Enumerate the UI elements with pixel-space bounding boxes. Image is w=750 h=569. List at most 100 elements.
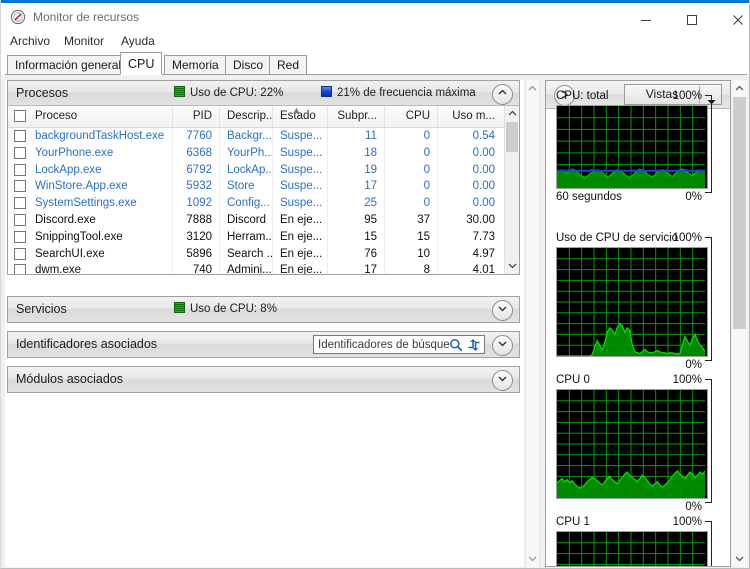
graph-min-label: 0% bbox=[685, 501, 702, 513]
cell-desc: YourPh... bbox=[220, 144, 273, 162]
sort-indicator-icon: ▲ bbox=[292, 106, 301, 115]
table-row[interactable]: dwm.exe 740 Admini... En eje... 17 8 4.01 bbox=[8, 262, 519, 274]
row-checkbox[interactable] bbox=[14, 130, 26, 142]
row-checkbox[interactable] bbox=[14, 264, 26, 274]
resource-monitor-icon bbox=[10, 9, 26, 25]
table-row[interactable]: SystemSettings.exe 1092 Config... Suspe... 2… bbox=[8, 195, 519, 212]
column-header-proceso[interactable]: Proceso bbox=[28, 106, 173, 127]
row-checkbox[interactable] bbox=[14, 180, 26, 193]
cell-name: Discord.exe bbox=[28, 212, 173, 229]
right-pane-scroll-thumb[interactable] bbox=[733, 97, 746, 329]
graph-label: CPU 1 bbox=[556, 516, 590, 528]
left-pane-scroll-up[interactable] bbox=[526, 80, 539, 96]
modulos-expand-button[interactable] bbox=[492, 370, 513, 391]
green-swatch-icon bbox=[174, 302, 185, 313]
menu-ayuda[interactable]: Ayuda bbox=[116, 32, 160, 50]
column-header-descripcion[interactable]: Descrip... bbox=[220, 106, 273, 127]
table-row[interactable]: Discord.exe 7888 Discord En eje... 95 37 30.00 bbox=[8, 212, 519, 229]
select-all-checkbox[interactable] bbox=[14, 110, 26, 122]
identificadores-expand-button[interactable] bbox=[492, 335, 513, 356]
resource-monitor-window: Monitor de recursos Archivo Monitor Ayud… bbox=[0, 0, 750, 569]
cell-name: SystemSettings.exe bbox=[28, 195, 173, 212]
column-header-pid[interactable]: PID bbox=[173, 106, 220, 127]
right-pane-scroll-up[interactable] bbox=[732, 80, 747, 96]
column-header-uso-medio[interactable]: Uso m... bbox=[438, 106, 502, 127]
servicios-cpu-legend-text: Uso de CPU: 8% bbox=[190, 303, 277, 315]
cell-subpr: 76 bbox=[328, 245, 385, 263]
right-pane-scroll-down[interactable] bbox=[732, 551, 747, 567]
cell-desc: Store bbox=[220, 178, 273, 196]
right-pane-scrollbar[interactable] bbox=[732, 80, 747, 567]
row-checkbox[interactable] bbox=[14, 163, 26, 176]
section-identificadores: Identificadores asociados Identificadore… bbox=[7, 331, 520, 358]
right-pane: Vistas CPU: total 100% 0% 60 segundos Uso de… bbox=[545, 80, 731, 567]
cell-name: LockApp.exe bbox=[28, 161, 173, 179]
graph-plot-area bbox=[556, 247, 708, 357]
cell-usom: 0.54 bbox=[472, 130, 495, 142]
graph-min-label: 0% bbox=[685, 359, 702, 371]
table-row[interactable]: WinStore.App.exe 5932 Store Suspe... 17 0 0.00 bbox=[8, 178, 519, 196]
tab-disco[interactable]: Disco bbox=[225, 55, 272, 75]
row-checkbox[interactable] bbox=[14, 214, 26, 226]
left-pane-scroll-down[interactable] bbox=[526, 551, 539, 567]
identificadores-header[interactable]: Identificadores asociados Identificadore… bbox=[8, 332, 519, 357]
section-modulos: Módulos asociados bbox=[7, 366, 520, 393]
tab-memoria[interactable]: Memoria bbox=[164, 55, 227, 75]
close-button[interactable] bbox=[715, 6, 749, 33]
graph-2: CPU 0 100% 0% bbox=[546, 373, 718, 515]
process-list-scroll-thumb[interactable] bbox=[506, 122, 518, 152]
process-list-scrollbar[interactable] bbox=[504, 106, 519, 274]
cell-cpu: 0 bbox=[385, 161, 438, 179]
left-pane-scrollbar[interactable] bbox=[525, 80, 540, 567]
cell-desc: Herram... bbox=[220, 228, 273, 246]
graph-max-label: 100% bbox=[672, 374, 702, 386]
row-checkbox[interactable] bbox=[14, 197, 26, 210]
cell-subpr: 18 bbox=[328, 144, 385, 162]
tab-informacion-general[interactable]: Información general bbox=[7, 55, 130, 75]
cell-estado: Suspe... bbox=[273, 161, 328, 179]
cell-pid: 3120 bbox=[173, 228, 220, 246]
tab-cpu[interactable]: CPU bbox=[120, 52, 163, 75]
identificadores-search-input[interactable]: Identificadores de búsque bbox=[313, 335, 485, 354]
graph-1: Uso de CPU de servicio 100% 0% bbox=[546, 231, 718, 373]
process-list-scroll-down[interactable] bbox=[505, 259, 519, 274]
refresh-arrows-icon[interactable] bbox=[467, 338, 481, 357]
table-row[interactable]: LockApp.exe 6792 LockAp... Suspe... 19 0 0.00 bbox=[8, 161, 519, 179]
cell-estado: Suspe... bbox=[273, 144, 328, 162]
procesos-header[interactable]: Procesos Uso de CPU: 22% 21% de frecuenc… bbox=[8, 81, 519, 106]
minimize-button[interactable] bbox=[623, 6, 668, 33]
servicios-cpu-legend: Uso de CPU: 8% bbox=[174, 302, 277, 317]
menu-archivo[interactable]: Archivo bbox=[5, 32, 55, 50]
cell-subpr: 17 bbox=[328, 262, 385, 274]
column-header-cpu[interactable]: CPU bbox=[385, 106, 438, 127]
row-checkbox[interactable] bbox=[14, 230, 26, 243]
menu-monitor[interactable]: Monitor bbox=[59, 32, 109, 50]
cell-estado: En eje... bbox=[273, 228, 328, 246]
servicios-header[interactable]: Servicios Uso de CPU: 8% bbox=[8, 297, 519, 322]
graph-scale-bracket bbox=[705, 95, 712, 193]
cell-pid: 7760 bbox=[173, 128, 220, 145]
graph-scale-bracket bbox=[705, 379, 712, 503]
table-row[interactable]: SearchUI.exe 5896 Search ... En eje... 76 10 4… bbox=[8, 245, 519, 263]
modulos-title: Módulos asociados bbox=[16, 372, 124, 386]
process-list-scroll-up[interactable] bbox=[505, 106, 519, 121]
servicios-title: Servicios bbox=[16, 302, 67, 316]
cell-estado: En eje... bbox=[273, 212, 328, 229]
row-checkbox[interactable] bbox=[14, 247, 26, 260]
table-row[interactable]: SnippingTool.exe 3120 Herram... En eje... 15… bbox=[8, 228, 519, 246]
cell-cpu: 10 bbox=[385, 245, 438, 263]
modulos-header[interactable]: Módulos asociados bbox=[8, 367, 519, 392]
tab-red[interactable]: Red bbox=[269, 55, 308, 75]
row-checkbox[interactable] bbox=[14, 146, 26, 159]
graph-plot-area bbox=[556, 389, 708, 499]
graph-3: CPU 1 100% bbox=[546, 515, 718, 566]
graph-time-axis-label: 60 segundos bbox=[556, 191, 622, 203]
column-header-subprocesos[interactable]: Subpr... bbox=[328, 106, 385, 127]
section-procesos: Procesos Uso de CPU: 22% 21% de frecuenc… bbox=[7, 80, 520, 275]
table-row[interactable]: backgroundTaskHost.exe 7760 Backgr... Suspe… bbox=[8, 128, 519, 145]
magnifier-icon[interactable] bbox=[449, 338, 463, 357]
table-row[interactable]: YourPhone.exe 6368 YourPh... Suspe... 18 0 0.0… bbox=[8, 144, 519, 162]
procesos-collapse-button[interactable] bbox=[492, 84, 513, 105]
servicios-expand-button[interactable] bbox=[492, 300, 513, 321]
maximize-button[interactable] bbox=[669, 6, 714, 33]
